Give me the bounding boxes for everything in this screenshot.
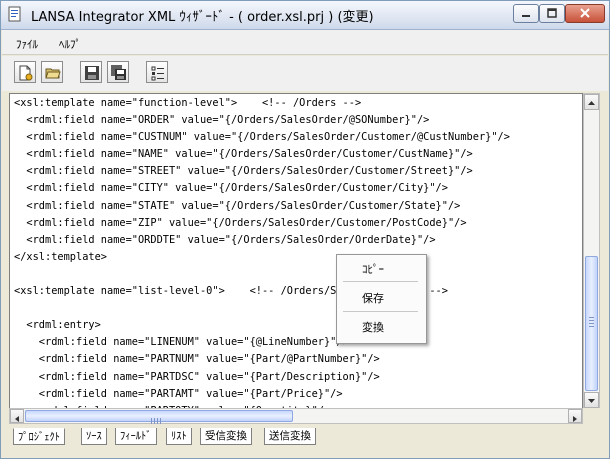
arrow-down-icon [588, 399, 595, 403]
code-line[interactable]: <rdml:field name="NAME" value="{/Orders/… [14, 146, 510, 163]
open-folder-icon [45, 68, 61, 79]
xsl-source-editor[interactable]: <xsl:template name="function-level"> <!-… [9, 93, 583, 409]
save-icon [85, 66, 99, 80]
context-copy[interactable]: ｺﾋﾟｰ [362, 261, 384, 277]
app-icon [8, 6, 21, 22]
new-project-icon [19, 65, 33, 81]
menu-help[interactable]: ﾍﾙﾌﾟ [59, 36, 81, 52]
arrow-right-icon [573, 416, 577, 422]
menu-bar: ﾌｧｲﾙ ﾍﾙﾌﾟ [2, 30, 608, 55]
context-save[interactable]: 保存 [362, 290, 384, 306]
save-button[interactable] [80, 61, 102, 83]
close-button[interactable] [565, 4, 605, 23]
context-separator [343, 281, 418, 282]
code-text[interactable]: <xsl:template name="function-level"> <!-… [14, 95, 510, 408]
toolbar [2, 56, 608, 91]
context-menu: ｺﾋﾟｰ 保存 変換 [336, 254, 427, 344]
code-line[interactable]: <rdml:field name="PARTDSC" value="{Part/… [14, 369, 510, 386]
properties-button[interactable] [146, 61, 168, 83]
code-line[interactable]: </xsl:template> [14, 249, 510, 266]
context-convert[interactable]: 変換 [362, 319, 384, 335]
tab-send-transform[interactable]: 送信変換 [264, 428, 316, 445]
code-line[interactable]: <rdml:field name="STREET" value="{/Order… [14, 163, 510, 180]
code-line[interactable]: <rdml:entry> [14, 317, 510, 334]
close-icon [580, 8, 590, 18]
tab-source[interactable]: ｿｰｽ [81, 428, 107, 445]
tab-fields[interactable]: ﾌｨｰﾙﾄﾞ [115, 428, 157, 445]
horizontal-scrollbar[interactable] [9, 408, 583, 424]
code-line[interactable]: <rdml:field name="PARTAMT" value="{Part/… [14, 386, 510, 403]
scroll-left-button[interactable] [10, 409, 24, 423]
minimize-button[interactable] [513, 4, 539, 23]
tab-list[interactable]: ﾘｽﾄ [166, 428, 192, 445]
grip-icon [589, 317, 594, 327]
vertical-scrollbar[interactable] [583, 93, 600, 409]
save-all-button[interactable] [107, 61, 129, 83]
minimize-icon [522, 15, 530, 17]
code-line[interactable]: <rdml:field name="CITY" value="{/Orders/… [14, 180, 510, 197]
menu-file[interactable]: ﾌｧｲﾙ [16, 36, 38, 52]
horizontal-scroll-thumb[interactable] [25, 410, 293, 424]
code-line[interactable]: <xsl:template name="function-level"> <!-… [14, 95, 510, 112]
code-line[interactable]: <rdml:field name="ORDER" value="{/Orders… [14, 112, 510, 129]
bottom-edge [1, 450, 609, 458]
maximize-icon [547, 8, 557, 18]
code-line[interactable]: <rdml:field name="PARTNUM" value="{Part/… [14, 351, 510, 368]
title-bar[interactable]: LANSA Integrator XML ｳｨｻﾞｰﾄﾞ - ( order.x… [1, 1, 609, 30]
code-line[interactable]: <rdml:field name="ZIP" value="{/Orders/S… [14, 215, 510, 232]
code-line[interactable]: <rdml:field name="STATE" value="{/Orders… [14, 198, 510, 215]
code-line[interactable]: <xsl:template name="list-level-0"> <!-- … [14, 283, 510, 300]
tab-project[interactable]: ﾌﾟﾛｼﾞｪｸﾄ [13, 428, 65, 445]
arrow-left-icon [15, 416, 19, 422]
code-line[interactable] [14, 266, 510, 283]
arrow-up-icon [588, 101, 595, 105]
app-window: LANSA Integrator XML ｳｨｻﾞｰﾄﾞ - ( order.x… [0, 0, 610, 459]
scroll-right-button[interactable] [568, 409, 582, 423]
properties-list-icon [151, 66, 164, 81]
context-separator [343, 311, 418, 312]
open-button[interactable] [41, 61, 63, 83]
scroll-up-button[interactable] [584, 94, 599, 110]
grip-icon [151, 418, 161, 424]
scrollbar-corner [583, 408, 600, 424]
tab-strip: ﾌﾟﾛｼﾞｪｸﾄ ｿｰｽ ﾌｨｰﾙﾄﾞ ﾘｽﾄ 受信変換 送信変換 [9, 426, 601, 448]
code-line[interactable]: <rdml:field name="ORDDTE" value="{/Order… [14, 232, 510, 249]
new-project-button[interactable] [14, 61, 36, 83]
window-title: LANSA Integrator XML ｳｨｻﾞｰﾄﾞ - ( order.x… [31, 10, 374, 25]
code-line[interactable]: <rdml:field name="CUSTNUM" value="{/Orde… [14, 129, 510, 146]
save-all-icon [111, 65, 126, 80]
vertical-scroll-thumb[interactable] [585, 256, 598, 391]
code-line[interactable] [14, 300, 510, 317]
scroll-down-button[interactable] [584, 392, 599, 408]
code-line[interactable]: <rdml:field name="LINENUM" value="{@Line… [14, 334, 510, 351]
tab-receive-transform[interactable]: 受信変換 [200, 428, 252, 445]
maximize-button[interactable] [539, 4, 565, 23]
